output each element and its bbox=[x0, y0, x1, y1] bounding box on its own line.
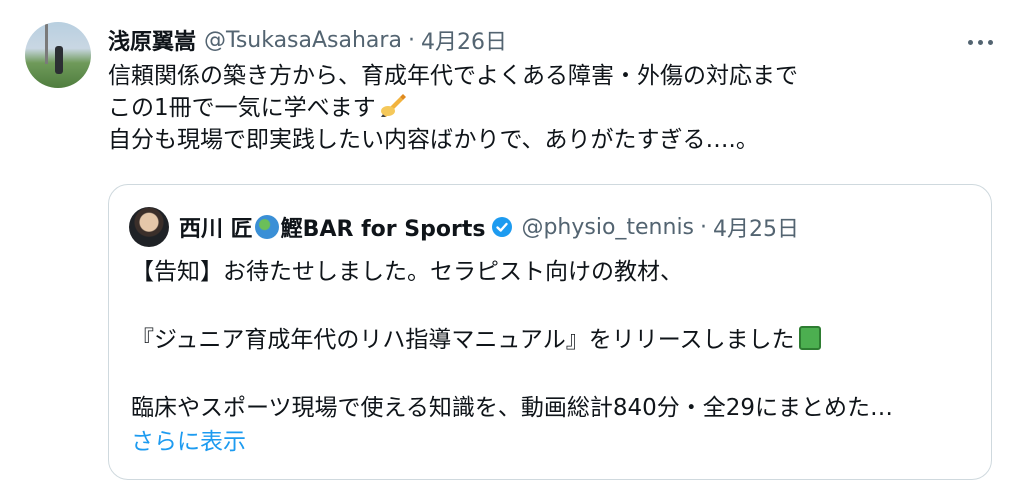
quoted-author-name: 西川 匠 bbox=[179, 217, 253, 242]
verified-badge-icon bbox=[491, 216, 513, 238]
quoted-text-line: 『ジュニア育成年代のリハ指導マニュアル』をリリースしました bbox=[131, 323, 981, 357]
author-avatar[interactable] bbox=[25, 22, 91, 88]
show-more-link[interactable]: さらに表示 bbox=[131, 429, 246, 455]
author-name[interactable]: 浅原翼嵩 bbox=[108, 24, 196, 56]
quoted-text-line: 【告知】お待たせしました。セラピスト向けの教材、 bbox=[131, 259, 683, 285]
quoted-tweet-header: 西川 匠 鰹BAR for Sports @physio_tennis · 4月… bbox=[179, 209, 799, 245]
quoted-tweet[interactable]: 西川 匠 鰹BAR for Sports @physio_tennis · 4月… bbox=[108, 184, 992, 480]
quoted-tweet-date: 4月25日 bbox=[713, 217, 800, 242]
tweet-text-line: 信頼関係の築き方から、育成年代でよくある障害・外傷の対応まで bbox=[108, 63, 798, 89]
avatar-pole bbox=[45, 24, 48, 64]
tweet-text-line: 自分も現場で即実践したい内容ばかりで、ありがたすぎる….。 bbox=[108, 127, 759, 153]
tweet-date[interactable]: 4月26日 bbox=[421, 24, 507, 56]
quoted-text-line: さらに表示 bbox=[131, 425, 981, 459]
quoted-author-avatar bbox=[129, 207, 169, 247]
globe-asia-icon bbox=[254, 215, 279, 239]
green-book-icon bbox=[798, 326, 821, 350]
more-options-icon[interactable] bbox=[960, 30, 1000, 54]
quoted-header-separator: · bbox=[700, 214, 708, 240]
writing-hand-icon bbox=[380, 93, 406, 126]
tweet-text-line: この1冊で一気に学べます bbox=[108, 92, 988, 124]
quoted-author-handle: @physio_tennis bbox=[521, 214, 695, 240]
avatar-figure bbox=[55, 46, 63, 74]
quoted-author-name-suffix: 鰹BAR for Sports bbox=[280, 217, 486, 242]
author-handle[interactable]: @TsukasaAsahara bbox=[204, 28, 402, 53]
tweet-text: 信頼関係の築き方から、育成年代でよくある障害・外傷の対応まで この1冊で一気に学… bbox=[108, 60, 988, 156]
tweet-header: 浅原翼嵩 @TsukasaAsahara · 4月26日 bbox=[108, 22, 507, 58]
quoted-tweet-text: 【告知】お待たせしました。セラピスト向けの教材、 『ジュニア育成年代のリハ指導マ… bbox=[131, 255, 981, 459]
header-separator: · bbox=[407, 27, 415, 53]
quoted-text-line: 臨床やスポーツ現場で使える知識を、動画総計840分・全29にまとめた… bbox=[131, 395, 894, 421]
